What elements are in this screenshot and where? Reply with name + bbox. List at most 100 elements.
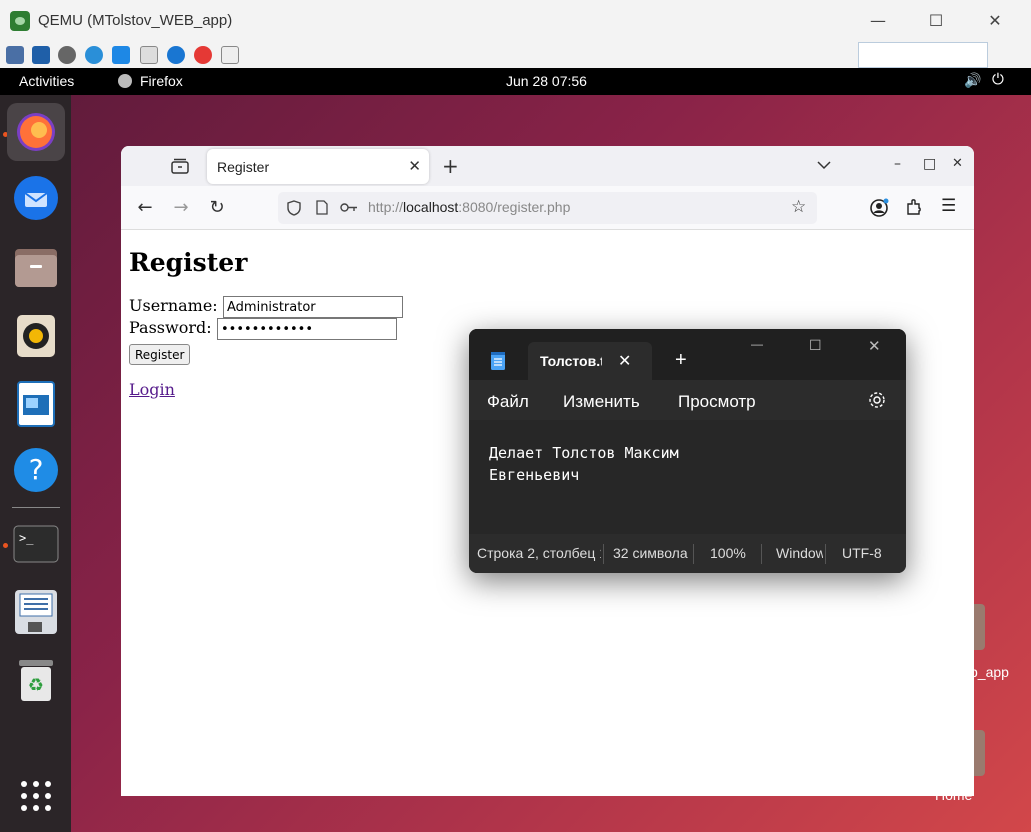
status-zoom[interactable]: 100% (710, 545, 746, 561)
gear-icon[interactable] (867, 390, 887, 410)
status-char-count: 32 символа (613, 545, 688, 561)
status-encoding[interactable]: UTF-8 (842, 545, 882, 561)
status-position: Строка 2, столбец 11 (477, 545, 601, 561)
notepad-text-area[interactable]: Делает Толстов Максим Евгеньевич (469, 420, 906, 534)
reload-icon[interactable]: ↻ (207, 197, 227, 218)
power-icon[interactable]: ⏻ (992, 71, 1004, 88)
info-icon[interactable] (167, 46, 185, 64)
firefox-icon (17, 113, 55, 151)
trash-icon: ♻ (19, 660, 53, 701)
fullscreen-icon[interactable] (32, 46, 50, 64)
dock-thunderbird[interactable] (7, 169, 65, 227)
stop-icon[interactable] (194, 46, 212, 64)
dock-trash[interactable]: ♻ (7, 651, 65, 709)
password-input[interactable] (217, 318, 397, 340)
terminal-icon: >_ (13, 525, 59, 563)
dock-save[interactable] (7, 583, 65, 641)
extensions-icon[interactable] (905, 198, 923, 216)
tab-list-icon[interactable] (171, 158, 189, 174)
document-icon (17, 381, 55, 427)
qemu-search-input[interactable] (858, 42, 988, 68)
firefox-minimize-button[interactable]: – (894, 156, 901, 172)
dock-firefox[interactable] (7, 103, 65, 161)
refresh-icon[interactable] (85, 46, 103, 64)
bookmark-star-icon[interactable]: ☆ (791, 197, 806, 217)
username-label: Username: (129, 296, 218, 315)
thunderbird-icon (14, 176, 58, 220)
firefox-tab-bar: Register ✕ + – □ ✕ (121, 146, 974, 186)
tab-register[interactable]: Register ✕ (207, 149, 429, 184)
dock-separator (12, 507, 60, 508)
forward-icon[interactable]: → (171, 197, 191, 218)
notepad-menu-bar: Файл Изменить Просмотр (469, 380, 906, 420)
qemu-window-title: QEMU (MTolstov_WEB_app) (38, 12, 233, 29)
firefox-icon (118, 74, 132, 88)
qemu-app-icon (10, 11, 30, 31)
tab-close-button[interactable]: ✕ (408, 157, 421, 175)
dock-rhythmbox[interactable] (7, 307, 65, 365)
account-icon[interactable] (869, 198, 889, 218)
back-icon[interactable]: ← (135, 197, 155, 218)
page-title: Register (129, 248, 248, 277)
qemu-maximize-button[interactable]: ☐ (916, 8, 956, 34)
menu-view[interactable]: Просмотр (678, 392, 756, 412)
active-app-label[interactable]: Firefox (140, 73, 183, 89)
gnome-top-bar: Activities Firefox Jun 28 07:56 🔊 ⏻ (0, 68, 1031, 95)
firefox-nav-bar: ← → ↻ http://localhost:8080/register.php… (121, 186, 974, 230)
menu-edit[interactable]: Изменить (563, 392, 640, 412)
dock-help[interactable]: ? (7, 441, 65, 499)
dock-files[interactable] (7, 239, 65, 297)
notepad-content: Делает Толстов Максим Евгеньевич (489, 444, 679, 484)
page-icon[interactable] (316, 200, 328, 215)
help-icon: ? (14, 448, 58, 492)
svg-text:>_: >_ (19, 531, 34, 545)
url-bar[interactable]: http://localhost:8080/register.php ☆ (278, 192, 817, 224)
notepad-minimize-button[interactable]: — (751, 337, 763, 351)
settings-icon[interactable] (6, 46, 24, 64)
notepad-tab[interactable]: Толстов.txt ✕ (528, 342, 652, 380)
notepad-icon (491, 352, 505, 370)
menu-file[interactable]: Файл (487, 392, 529, 412)
firefox-close-button[interactable]: ✕ (952, 156, 963, 171)
username-input[interactable] (223, 296, 403, 318)
notepad-maximize-button[interactable]: ☐ (809, 337, 822, 354)
svg-text:♻: ♻ (28, 675, 44, 696)
login-link[interactable]: Login (129, 380, 175, 399)
notepad-tab-bar: Толстов.txt ✕ + — ☐ ✕ (469, 329, 906, 380)
notepad-new-tab-button[interactable]: + (675, 349, 687, 372)
folder-icon (15, 249, 57, 287)
status-divider (825, 544, 826, 564)
desktop-shortcut-label: b_app (970, 664, 1009, 680)
dock-writer[interactable] (7, 375, 65, 433)
qemu-title-bar: QEMU (MTolstov_WEB_app) — ☐ ✕ (0, 0, 1031, 42)
media-icon[interactable] (221, 46, 239, 64)
gear-icon[interactable] (58, 46, 76, 64)
qemu-minimize-button[interactable]: — (858, 8, 898, 34)
dock-show-apps[interactable] (7, 767, 65, 825)
qemu-close-button[interactable]: ✕ (975, 8, 1015, 34)
speaker-icon[interactable]: 🔊 (964, 72, 981, 89)
firefox-maximize-button[interactable]: □ (923, 156, 936, 172)
activities-button[interactable]: Activities (19, 73, 74, 89)
grid-icon (21, 781, 51, 811)
menu-icon[interactable]: ☰ (941, 196, 956, 216)
clock[interactable]: Jun 28 07:56 (506, 73, 587, 89)
url-text[interactable]: http://localhost:8080/register.php (368, 199, 570, 215)
windows-icon[interactable] (112, 46, 130, 64)
status-line-ending[interactable]: Windows (CRLF) (776, 545, 823, 561)
notepad-tab-title: Толстов.txt (540, 353, 602, 369)
new-tab-button[interactable]: + (442, 154, 459, 178)
status-divider (603, 544, 604, 564)
dock-terminal[interactable]: >_ (7, 515, 65, 573)
svg-text:?: ? (29, 453, 44, 486)
keyboard-icon[interactable] (140, 46, 158, 64)
register-button[interactable]: Register (129, 344, 191, 365)
notepad-tab-close-button[interactable]: ✕ (618, 351, 631, 371)
notepad-close-button[interactable]: ✕ (868, 337, 881, 355)
notepad-status-bar: Строка 2, столбец 11 32 символа 100% Win… (469, 534, 906, 573)
chevron-down-icon[interactable] (817, 160, 831, 170)
dock: ? >_ ♻ (0, 95, 71, 832)
status-divider (693, 544, 694, 564)
shield-icon[interactable] (287, 200, 301, 216)
key-icon[interactable] (340, 202, 358, 213)
